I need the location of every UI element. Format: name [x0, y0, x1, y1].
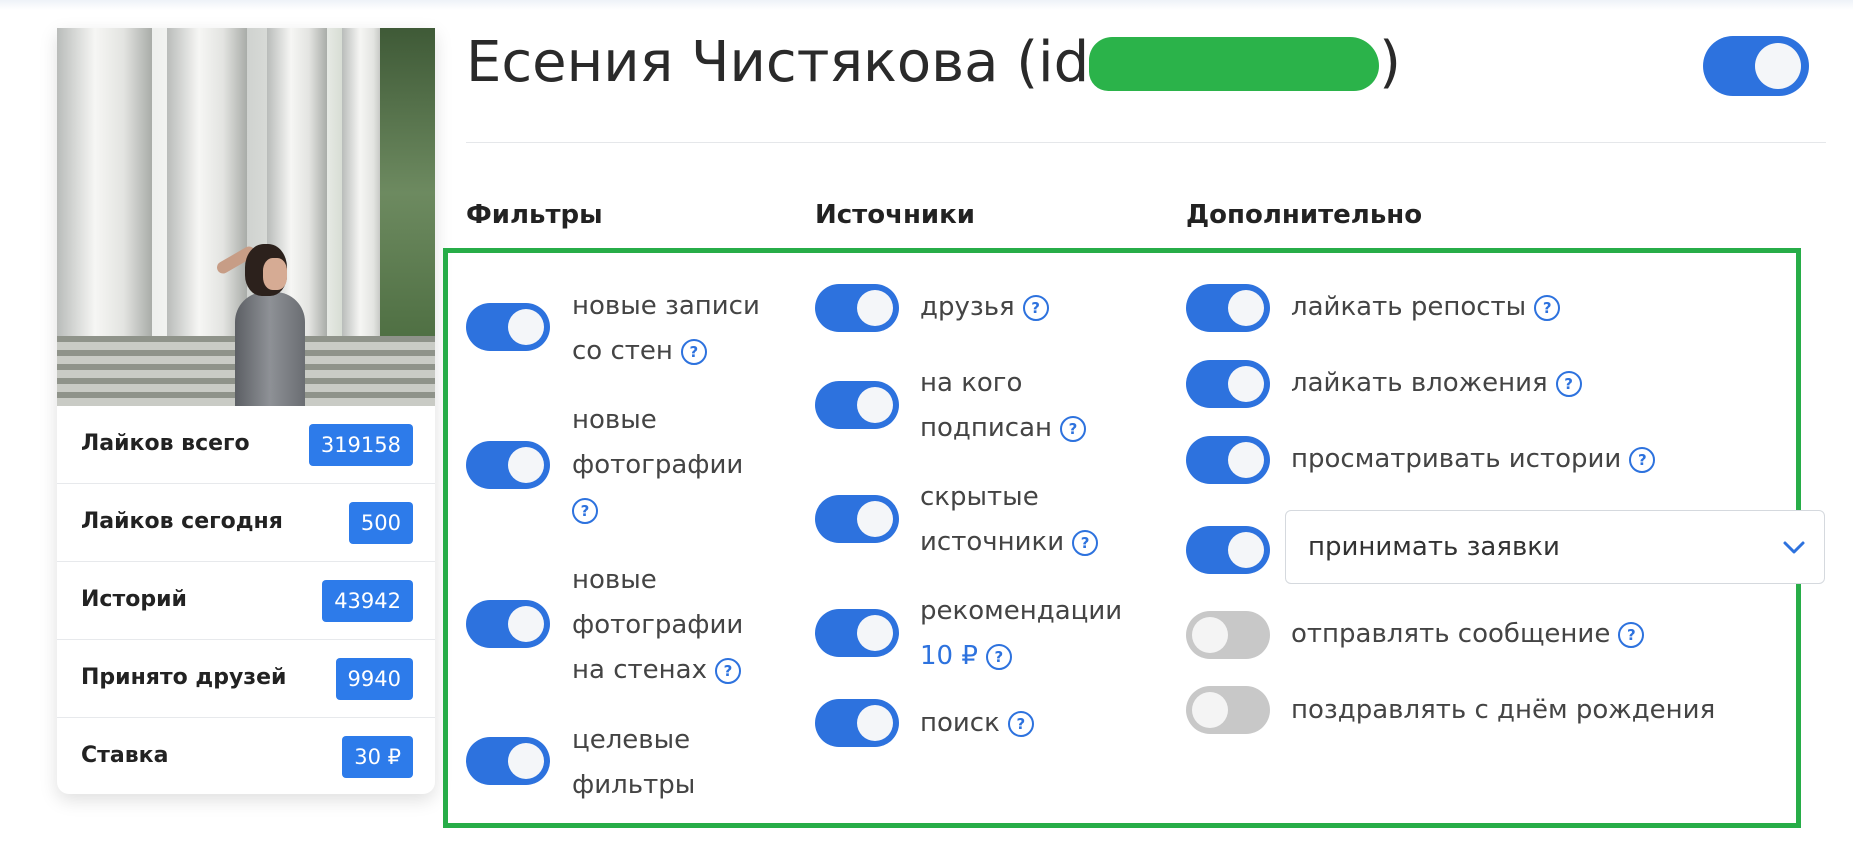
label-search: поиск?: [920, 701, 1034, 746]
toggle-subscriptions[interactable]: [815, 381, 899, 429]
question-circle-icon[interactable]: ?: [714, 658, 741, 684]
stat-label: Историй: [81, 587, 187, 612]
redacted-id: [1089, 37, 1380, 91]
question-circle-icon[interactable]: ?: [1534, 295, 1561, 321]
question-circle-icon[interactable]: ?: [1555, 371, 1582, 397]
top-bar: [0, 0, 1853, 10]
sources-heading: Источники: [815, 200, 975, 230]
toggle-birthday-greetings[interactable]: [1186, 686, 1270, 734]
stat-row-bid: Ставка 30 ₽: [57, 718, 435, 794]
toggle-new-wall-photos[interactable]: [466, 600, 550, 648]
label-subscriptions: на кого подписан?: [920, 361, 1087, 451]
toggle-like-reposts[interactable]: [1186, 284, 1270, 332]
label-new-wall-posts: новые записи со стен?: [572, 291, 760, 366]
extra-heading: Дополнительно: [1186, 200, 1423, 230]
title-suffix: ): [1379, 30, 1402, 95]
stat-row-stories: Историй 43942: [57, 562, 435, 640]
stats-list: Лайков всего 319158 Лайков сегодня 500 И…: [57, 406, 435, 794]
label-like-reposts: лайкать репосты?: [1291, 285, 1561, 330]
toggle-send-message[interactable]: [1186, 611, 1270, 659]
toggle-accept-requests[interactable]: [1186, 526, 1270, 574]
stat-label: Лайков всего: [81, 431, 250, 456]
stat-badge: 500: [348, 502, 413, 544]
stat-badge: 43942: [322, 580, 413, 622]
page-title: Есения Чистякова (id): [466, 30, 1401, 95]
filters-heading: Фильтры: [466, 200, 603, 230]
toggle-like-attachments[interactable]: [1186, 360, 1270, 408]
toggle-target-filters[interactable]: [466, 737, 550, 785]
question-circle-icon[interactable]: ?: [1629, 447, 1656, 473]
question-circle-icon[interactable]: ?: [572, 498, 598, 524]
stat-label: Ставка: [81, 743, 169, 768]
price-text: 10 ₽: [920, 641, 978, 671]
toggle-new-photos[interactable]: [466, 441, 550, 489]
question-circle-icon[interactable]: ?: [680, 339, 707, 365]
select-value: принимать заявки: [1308, 532, 1560, 562]
stat-badge: 9940: [335, 658, 413, 700]
question-circle-icon[interactable]: ?: [1072, 530, 1099, 556]
stat-label: Лайков сегодня: [81, 509, 283, 534]
account-active-toggle[interactable]: [1703, 36, 1809, 96]
question-circle-icon[interactable]: ?: [1060, 416, 1087, 442]
photo-person: [205, 244, 325, 406]
accept-requests-select[interactable]: принимать заявки: [1285, 510, 1825, 584]
stat-row-likes-total: Лайков всего 319158: [57, 406, 435, 484]
label-target-filters: целевые фильтры: [572, 725, 696, 800]
label-friends: друзья?: [920, 285, 1049, 330]
toggle-view-stories[interactable]: [1186, 436, 1270, 484]
profile-photo: [57, 28, 435, 406]
label-view-stories: просматривать истории?: [1291, 437, 1656, 482]
stat-label: Принято друзей: [81, 665, 287, 690]
title-name: Есения Чистякова (id: [466, 30, 1090, 95]
stat-row-likes-today: Лайков сегодня 500: [57, 484, 435, 562]
profile-card: Лайков всего 319158 Лайков сегодня 500 И…: [57, 28, 435, 794]
label-recommendations: рекомендации 10 ₽?: [920, 596, 1123, 671]
label-birthday-greetings: поздравлять с днём рождения: [1291, 695, 1716, 725]
stat-badge: 30 ₽: [342, 736, 413, 778]
label-new-wall-photos: новые фотографии на стенах?: [572, 565, 744, 685]
chevron-down-icon: [1783, 541, 1805, 554]
question-circle-icon[interactable]: ?: [985, 644, 1012, 670]
toggle-search[interactable]: [815, 699, 899, 747]
toggle-hidden-sources[interactable]: [815, 495, 899, 543]
label-new-photos: новые фотографии ?: [572, 398, 743, 533]
toggle-new-wall-posts[interactable]: [466, 303, 550, 351]
label-send-message: отправлять сообщение?: [1291, 612, 1645, 657]
toggle-friends[interactable]: [815, 284, 899, 332]
question-circle-icon[interactable]: ?: [1022, 295, 1049, 321]
question-circle-icon[interactable]: ?: [1007, 711, 1034, 737]
label-hidden-sources: скрытые источники?: [920, 475, 1099, 565]
stat-badge: 319158: [308, 424, 413, 466]
toggle-knob: [1755, 43, 1801, 89]
header-divider: [466, 142, 1826, 143]
question-circle-icon[interactable]: ?: [1618, 622, 1645, 648]
label-like-attachments: лайкать вложения?: [1291, 361, 1582, 406]
stat-row-friends-accepted: Принято друзей 9940: [57, 640, 435, 718]
toggle-recommendations[interactable]: [815, 609, 899, 657]
